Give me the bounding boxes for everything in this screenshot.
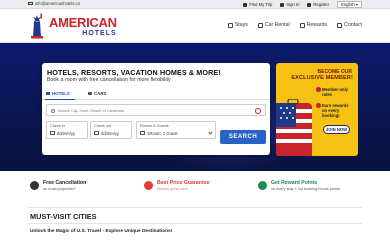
guests-icon xyxy=(140,130,145,135)
car-icon xyxy=(88,91,92,96)
promo-line2: EXCLUSIVE MEMBER! xyxy=(291,75,353,81)
account-links: Find My Trip Sign In Register English ▾ xyxy=(243,1,362,8)
star-icon xyxy=(316,87,321,92)
membership-promo: BECOME OUR EXCLUSIVE MEMBER! Member-only… xyxy=(276,63,358,156)
american-flag-luggage-image xyxy=(276,99,312,156)
car-icon xyxy=(257,22,263,28)
checkin-field[interactable]: Check in dd/mm/yy xyxy=(46,121,88,139)
checkout-label: Check out xyxy=(94,123,112,128)
site-header: AMERICAN HOTELS Stays Car Rental Rewards… xyxy=(0,9,390,43)
search-card: HOTELS, RESORTS, VACATION HOMES & MORE! … xyxy=(42,63,270,155)
promo-benefit-2: Earn rewards on every booking! xyxy=(316,103,354,118)
price-tag-icon xyxy=(144,181,153,190)
check-icon xyxy=(30,181,39,190)
feature-best-price: Best Price Guarantee Always great rates xyxy=(144,180,209,191)
section-title-underline xyxy=(28,223,362,224)
contact-icon xyxy=(337,22,343,28)
promo-benefit-1: Member-only rates xyxy=(316,87,354,97)
join-now-button[interactable]: JOIN NOW xyxy=(323,125,350,134)
register-icon xyxy=(307,2,312,7)
calendar-icon xyxy=(50,130,55,135)
search-icon xyxy=(51,108,55,113)
feature-free-cancellation: Free Cancellation on most properties* xyxy=(30,180,86,191)
nav-contact[interactable]: Contact xyxy=(337,22,362,28)
location-pin-icon[interactable] xyxy=(255,107,261,114)
find-my-trip-link[interactable]: Find My Trip xyxy=(243,2,272,7)
user-icon xyxy=(280,2,285,7)
search-card-subtitle: Book a room with free cancellation for m… xyxy=(47,76,171,83)
checkin-value: dd/mm/yy xyxy=(57,130,76,136)
destination-search[interactable] xyxy=(46,104,266,116)
search-tabs: HOTELS CARS xyxy=(42,89,270,100)
star-icon xyxy=(316,103,321,108)
chevron-down-icon xyxy=(208,130,213,135)
nav-stays[interactable]: Stays xyxy=(227,22,248,28)
statue-of-liberty-icon xyxy=(31,13,43,39)
section-subtitle: Unlock the Magic of U.S. Travel - Explor… xyxy=(30,229,173,234)
section-divider xyxy=(28,207,362,208)
section-title: MUST-VISIT CITIES xyxy=(30,212,97,221)
feature-reward-points: Get Reward Points on every stay + 1st boo… xyxy=(258,180,340,191)
mail-icon xyxy=(28,1,33,6)
bed-icon xyxy=(46,91,50,96)
rooms-guests-label: Rooms & Guests xyxy=(140,123,169,128)
tab-cars[interactable]: CARS xyxy=(88,91,106,96)
trip-icon xyxy=(243,2,248,7)
destination-input[interactable] xyxy=(58,106,248,115)
rooms-guests-select[interactable]: Rooms & Guests 1Room, 1 Guest xyxy=(136,121,216,139)
reward-icon xyxy=(258,181,267,190)
tab-hotels[interactable]: HOTELS xyxy=(46,91,70,96)
building-icon xyxy=(227,22,233,28)
rooms-guests-value: 1Room, 1 Guest xyxy=(147,130,178,136)
gift-icon xyxy=(299,22,305,28)
register-link[interactable]: Register xyxy=(307,2,329,7)
nav-car-rental[interactable]: Car Rental xyxy=(257,22,290,28)
contact-email[interactable]: info@americanhotels.co xyxy=(28,1,80,6)
sign-in-link[interactable]: Sign In xyxy=(280,2,299,7)
logo-wordmark: AMERICAN xyxy=(49,14,117,30)
features-strip: Free Cancellation on most properties* Bes… xyxy=(0,171,390,207)
checkout-field[interactable]: Check out dd/mm/yy xyxy=(90,121,132,139)
active-tab-indicator xyxy=(45,98,75,100)
contact-email-text: info@americanhotels.co xyxy=(35,1,80,6)
logo-subtitle: HOTELS xyxy=(82,29,117,37)
top-utility-bar: info@americanhotels.co Find My Trip Sign… xyxy=(0,0,390,9)
search-button[interactable]: SEARCH xyxy=(220,130,266,144)
checkin-label: Check in xyxy=(50,123,65,128)
calendar-icon xyxy=(94,130,99,135)
site-logo[interactable]: AMERICAN HOTELS xyxy=(28,13,117,39)
language-select[interactable]: English ▾ xyxy=(337,1,362,8)
nav-rewards[interactable]: Rewards xyxy=(299,22,327,28)
main-navigation: Stays Car Rental Rewards Contact xyxy=(227,22,362,28)
checkout-value: dd/mm/yy xyxy=(101,130,120,136)
